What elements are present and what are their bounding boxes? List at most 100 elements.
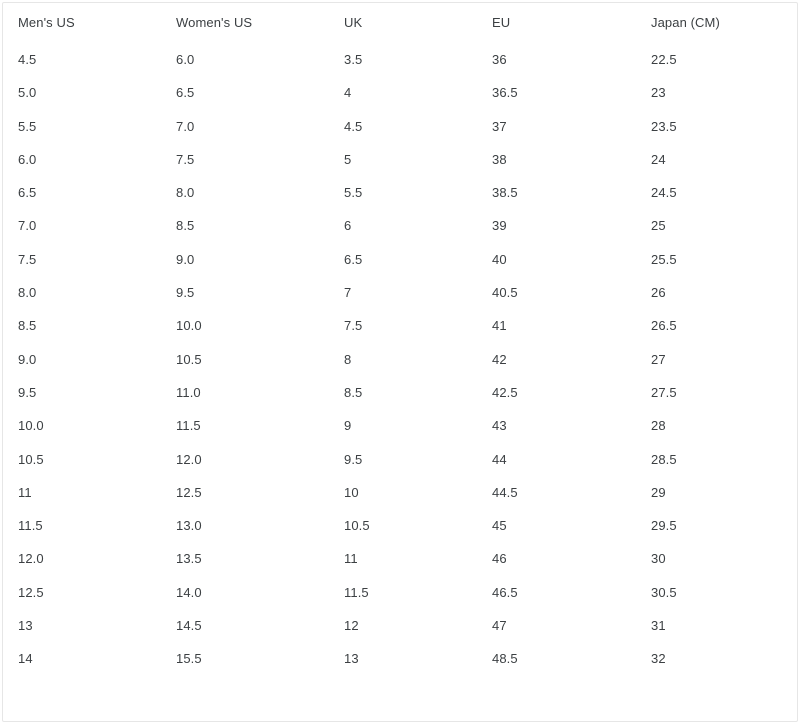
table-cell-eu: 38.5 [492, 185, 518, 201]
table-cell-japan_cm: 27 [651, 351, 666, 367]
table-cell-mens_us: 7.0 [18, 218, 37, 234]
table-row: 11 12.5 10 44.5 29 [3, 476, 799, 509]
table-cell-uk: 13 [344, 651, 359, 667]
table-cell-mens_us: 10.0 [18, 418, 44, 434]
table-cell-eu: 45 [492, 518, 507, 534]
table-cell-eu: 42.5 [492, 384, 518, 400]
table-cell-womens_us: 10.0 [176, 318, 202, 334]
table-row: 9.5 11.0 8.5 42.5 27.5 [3, 376, 799, 409]
column-header-uk: UK [344, 15, 363, 30]
table-row: 5.0 6.5 4 36.5 23 [3, 76, 799, 109]
table-cell-uk: 7 [344, 285, 352, 301]
table-cell-japan_cm: 32 [651, 651, 666, 667]
size-chart-card: Men's US Women's US UK EU Japan (CM) 4.5… [2, 2, 798, 722]
table-cell-womens_us: 6.0 [176, 52, 195, 67]
table-cell-uk: 6.5 [344, 251, 363, 267]
table-cell-uk: 11 [344, 551, 358, 567]
table-cell-eu: 42 [492, 351, 507, 367]
table-row: 7.0 8.5 6 39 25 [3, 209, 799, 242]
table-row: 12.0 13.5 11 46 30 [3, 542, 799, 575]
table-cell-uk: 10 [344, 484, 359, 500]
table-cell-japan_cm: 23 [651, 85, 666, 101]
table-cell-eu: 40.5 [492, 285, 518, 301]
table-header-row: Men's US Women's US UK EU Japan (CM) [3, 3, 799, 43]
table-row: 13 14.5 12 47 31 [3, 609, 799, 642]
table-cell-mens_us: 14 [18, 651, 33, 667]
table-cell-uk: 8 [344, 351, 352, 367]
column-header-mens-us: Men's US [18, 15, 75, 30]
table-cell-mens_us: 7.5 [18, 251, 37, 267]
table-cell-japan_cm: 31 [651, 618, 666, 634]
table-cell-japan_cm: 24 [651, 151, 666, 167]
column-header-womens-us: Women's US [176, 15, 253, 30]
table-cell-japan_cm: 30 [651, 551, 666, 567]
table-cell-mens_us: 5.5 [18, 118, 37, 134]
table-row: 10.5 12.0 9.5 44 28.5 [3, 443, 799, 476]
table-cell-womens_us: 13.0 [176, 518, 202, 534]
table-cell-eu: 36 [492, 52, 507, 67]
table-row: 8.0 9.5 7 40.5 26 [3, 276, 799, 309]
table-cell-eu: 46 [492, 551, 507, 567]
table-cell-eu: 38 [492, 151, 507, 167]
table-cell-uk: 4 [344, 85, 352, 101]
column-header-eu: EU [492, 15, 511, 30]
table-cell-mens_us: 6.0 [18, 151, 37, 167]
table-header: Men's US Women's US UK EU Japan (CM) [3, 3, 799, 43]
table-cell-uk: 5.5 [344, 185, 363, 201]
table-cell-womens_us: 8.5 [176, 218, 195, 234]
table-cell-womens_us: 14.5 [176, 618, 202, 634]
table-cell-womens_us: 14.0 [176, 584, 202, 600]
table-row: 5.5 7.0 4.5 37 23.5 [3, 110, 799, 143]
column-header-japan-cm: Japan (CM) [651, 15, 720, 30]
table-cell-japan_cm: 26.5 [651, 318, 677, 334]
table-cell-japan_cm: 22.5 [651, 52, 677, 67]
table-cell-eu: 46.5 [492, 584, 518, 600]
table-cell-mens_us: 11 [18, 484, 32, 500]
table-cell-japan_cm: 27.5 [651, 384, 677, 400]
table-cell-mens_us: 12.0 [18, 551, 44, 567]
table-cell-japan_cm: 26 [651, 285, 666, 301]
table-cell-eu: 44 [492, 451, 507, 467]
table-cell-eu: 41 [492, 318, 507, 334]
table-cell-eu: 40 [492, 251, 507, 267]
table-row: 12.5 14.0 11.5 46.5 30.5 [3, 576, 799, 609]
table-cell-uk: 12 [344, 618, 359, 634]
table-cell-uk: 8.5 [344, 384, 363, 400]
table-cell-womens_us: 6.5 [176, 85, 195, 101]
table-cell-uk: 11.5 [344, 584, 369, 600]
table-cell-uk: 9 [344, 418, 352, 434]
table-row: 8.5 10.0 7.5 41 26.5 [3, 309, 799, 342]
table-row: 7.5 9.0 6.5 40 25.5 [3, 243, 799, 276]
size-conversion-table: Men's US Women's US UK EU Japan (CM) 4.5… [3, 3, 799, 676]
table-cell-japan_cm: 28.5 [651, 451, 677, 467]
table-row: 6.0 7.5 5 38 24 [3, 143, 799, 176]
table-cell-mens_us: 6.5 [18, 185, 37, 201]
table-cell-uk: 9.5 [344, 451, 363, 467]
table-cell-womens_us: 9.5 [176, 285, 195, 301]
table-cell-uk: 7.5 [344, 318, 363, 334]
table-cell-mens_us: 9.5 [18, 384, 37, 400]
table-row: 14 15.5 13 48.5 32 [3, 642, 799, 675]
table-cell-mens_us: 4.5 [18, 52, 37, 67]
table-cell-womens_us: 8.0 [176, 185, 195, 201]
table-cell-uk: 4.5 [344, 118, 363, 134]
table-cell-womens_us: 11.5 [176, 418, 201, 434]
table-cell-mens_us: 9.0 [18, 351, 37, 367]
table-cell-mens_us: 10.5 [18, 451, 44, 467]
table-cell-mens_us: 11.5 [18, 518, 43, 534]
table-cell-mens_us: 13 [18, 618, 33, 634]
table-cell-womens_us: 7.0 [176, 118, 195, 134]
table-cell-womens_us: 7.5 [176, 151, 195, 167]
table-cell-womens_us: 12.0 [176, 451, 202, 467]
table-cell-womens_us: 10.5 [176, 351, 202, 367]
table-row: 6.5 8.0 5.5 38.5 24.5 [3, 176, 799, 209]
table-cell-japan_cm: 24.5 [651, 185, 677, 201]
table-cell-japan_cm: 30.5 [651, 584, 677, 600]
table-cell-uk: 3.5 [344, 52, 363, 67]
table-row: 10.0 11.5 9 43 28 [3, 409, 799, 442]
table-cell-eu: 37 [492, 118, 507, 134]
table-cell-eu: 39 [492, 218, 507, 234]
table-cell-womens_us: 11.0 [176, 384, 201, 400]
table-cell-japan_cm: 25.5 [651, 251, 677, 267]
table-cell-uk: 10.5 [344, 518, 370, 534]
